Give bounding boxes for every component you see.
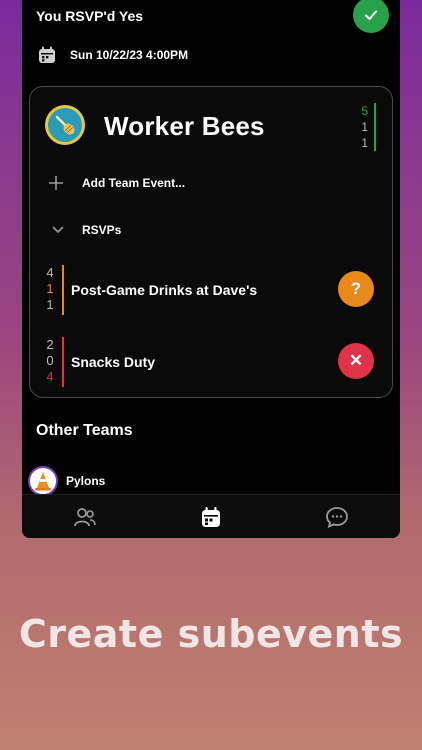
app-screen: You RSVP'd Yes Sun 10/22/23 4:00PM Worke…	[22, 0, 400, 538]
status-bar	[62, 337, 64, 387]
subevent-row[interactable]: 4 1 1 Post-Game Drinks at Dave's ?	[44, 265, 384, 317]
team-event-card: Worker Bees 5 1 1 Add Team Event... RSVP…	[29, 86, 393, 398]
count-no: 1	[46, 297, 54, 312]
subevent-title: Post-Game Drinks at Dave's	[71, 282, 258, 298]
rsvp-maybe-button[interactable]: ?	[338, 271, 374, 307]
counts-bar	[374, 103, 376, 151]
subevent-counts: 2 0 4	[44, 337, 56, 385]
count-maybe: 1	[361, 120, 368, 134]
count-yes: 5	[361, 104, 368, 118]
tab-bar	[22, 494, 400, 538]
subevent-row[interactable]: 2 0 4 Snacks Duty ✕	[44, 337, 384, 389]
team-name: Pylons	[66, 474, 106, 488]
rsvps-toggle[interactable]: RSVPs	[52, 223, 121, 237]
rsvp-no-button[interactable]: ✕	[338, 343, 374, 379]
subevent-counts: 4 1 1	[44, 265, 56, 313]
rsvps-label: RSVPs	[82, 223, 122, 237]
team-list-item[interactable]: Pylons	[28, 466, 105, 496]
honey-dipper-icon	[55, 115, 75, 135]
checkmark-icon	[365, 10, 377, 20]
rsvp-status: You RSVP'd Yes	[36, 8, 144, 24]
tab-teams[interactable]	[65, 499, 105, 535]
count-no: 4	[46, 369, 54, 384]
question-icon: ?	[350, 279, 362, 298]
close-icon: ✕	[348, 351, 364, 370]
team-name[interactable]: Worker Bees	[104, 111, 265, 142]
other-teams-heading: Other Teams	[36, 422, 133, 439]
count-yes: 4	[46, 265, 54, 280]
plus-icon	[49, 176, 63, 190]
team-rsvp-counts: 5 1 1	[361, 103, 376, 151]
chat-icon	[326, 507, 348, 528]
status-bar	[62, 265, 64, 315]
traffic-cone-icon	[35, 472, 51, 491]
add-team-event-button[interactable]: Add Team Event...	[48, 175, 185, 191]
people-icon	[74, 508, 96, 527]
promo-caption: Create subevents	[18, 612, 404, 656]
rsvp-yes-button[interactable]	[353, 0, 389, 33]
subevent-title: Snacks Duty	[71, 354, 156, 370]
count-maybe: 1	[46, 281, 54, 296]
calendar-icon	[202, 507, 220, 527]
pylons-logo	[28, 466, 58, 496]
tab-calendar[interactable]	[191, 499, 231, 535]
calendar-icon	[39, 46, 55, 63]
tab-chat[interactable]	[317, 499, 357, 535]
team-logo	[45, 105, 85, 145]
chevron-down-icon	[52, 226, 64, 234]
count-maybe: 0	[46, 353, 54, 368]
count-no: 1	[361, 136, 368, 150]
add-team-event-label: Add Team Event...	[82, 176, 186, 190]
event-date: Sun 10/22/23 4:00PM	[70, 48, 189, 62]
count-yes: 2	[46, 337, 54, 352]
event-date-row: Sun 10/22/23 4:00PM	[38, 46, 188, 64]
